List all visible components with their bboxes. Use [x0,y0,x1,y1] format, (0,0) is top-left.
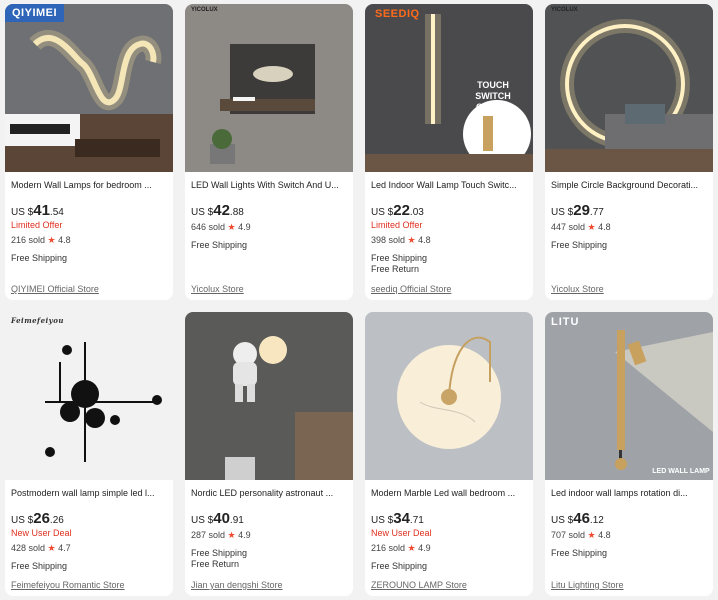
product-card[interactable]: YICOLUX LED Wall Lights With Switch And … [185,4,353,300]
brand-tag: QIYIMEI [5,4,65,22]
star-icon: ★ [227,222,236,232]
product-image[interactable]: QIYIMEI [5,4,173,172]
sales-rating: 398 sold ★ 4.8 [371,235,431,245]
shipping-info: Free Shipping [551,240,608,250]
product-image[interactable]: YICOLUX [545,4,713,172]
star-icon: ★ [407,235,416,245]
store-link[interactable]: Litu Lighting Store [551,580,624,590]
product-card[interactable]: QIYIMEI Modern Wall Lamps for bedroom ..… [5,4,173,300]
star-icon: ★ [47,235,56,245]
brand-tag: YICOLUX [191,7,218,13]
product-card[interactable]: SEEDIQ TOUCH SWITCH ON/OFF Led Indoor Wal… [365,4,533,300]
product-card[interactable]: YICOLUX Simple Circle Background Decorat… [545,4,713,300]
brand-tag: LITU [551,316,580,328]
sales-rating: 428 sold ★ 4.7 [11,543,71,553]
product-price: US $34.71 [371,510,424,527]
product-image[interactable]: YICOLUX [185,4,353,172]
store-link[interactable]: Yicolux Store [551,284,604,294]
product-image[interactable] [185,312,353,480]
shipping-info: Free Shipping [191,240,248,250]
product-image[interactable]: Feimefeiyou [5,312,173,480]
shipping-info: Free Shipping [11,253,68,263]
store-link[interactable]: Yicolux Store [191,284,244,294]
product-title[interactable]: Modern Wall Lamps for bedroom ... [11,179,167,192]
offer-label: New User Deal [11,528,72,538]
sales-rating: 216 sold ★ 4.8 [11,235,71,245]
product-price: US $29.77 [551,202,604,219]
touch-switch-label: TOUCH SWITCH ON/OFF [475,80,511,112]
product-title[interactable]: Led indoor wall lamps rotation di... [551,487,707,500]
shipping-info: Free Shipping [551,548,608,558]
store-link[interactable]: seediq Official Store [371,284,451,294]
product-title[interactable]: Modern Marble Led wall bedroom ... [371,487,527,500]
star-icon: ★ [587,222,596,232]
product-title[interactable]: LED Wall Lights With Switch And U... [191,179,347,192]
product-title[interactable]: Postmodern wall lamp simple led l... [11,487,167,500]
sales-rating: 447 sold ★ 4.8 [551,222,611,232]
offer-label: New User Deal [371,528,432,538]
store-link[interactable]: QIYIMEI Official Store [11,284,99,294]
product-title[interactable]: Nordic LED personality astronaut ... [191,487,347,500]
brand-tag: SEEDIQ [375,8,420,20]
shipping-info: Free Shipping Free Return [371,253,428,274]
product-title[interactable]: Led Indoor Wall Lamp Touch Switc... [371,179,527,192]
store-link[interactable]: Feimefeiyou Romantic Store [11,580,125,590]
led-wall-lamp-label: LED WALL LAMP [652,468,710,475]
product-price: US $42.88 [191,202,244,219]
star-icon: ★ [587,530,596,540]
shipping-info: Free Shipping [371,561,428,571]
sales-rating: 646 sold ★ 4.9 [191,222,251,232]
product-grid: QIYIMEI Modern Wall Lamps for bedroom ..… [0,0,718,600]
product-card[interactable]: Nordic LED personality astronaut ... US … [185,312,353,596]
shipping-info: Free Shipping [11,561,68,571]
star-icon: ★ [227,530,236,540]
product-card[interactable]: LITU LED WALL LAMP Led indoor wall lamps… [545,312,713,596]
product-price: US $22.03 [371,202,424,219]
product-price: US $46.12 [551,510,604,527]
product-title[interactable]: Simple Circle Background Decorati... [551,179,707,192]
product-image[interactable] [365,312,533,480]
sales-rating: 287 sold ★ 4.9 [191,530,251,540]
sales-rating: 707 sold ★ 4.8 [551,530,611,540]
product-card[interactable]: Modern Marble Led wall bedroom ... US $3… [365,312,533,596]
product-image[interactable]: LITU LED WALL LAMP [545,312,713,480]
product-image[interactable]: SEEDIQ TOUCH SWITCH ON/OFF [365,4,533,172]
brand-tag: Feimefeiyou [11,316,65,325]
store-link[interactable]: ZEROUNO LAMP Store [371,580,467,590]
product-card[interactable]: Feimefeiyou Postmodern wall lamp simple … [5,312,173,596]
product-price: US $41.54 [11,202,64,219]
offer-label: Limited Offer [11,220,63,230]
sales-rating: 216 sold ★ 4.9 [371,543,431,553]
star-icon: ★ [407,543,416,553]
brand-tag: YICOLUX [551,7,578,13]
product-price: US $26.26 [11,510,64,527]
product-price: US $40.91 [191,510,244,527]
shipping-info: Free Shipping Free Return [191,548,248,569]
star-icon: ★ [47,543,56,553]
offer-label: Limited Offer [371,220,423,230]
store-link[interactable]: Jian yan dengshi Store [191,580,283,590]
